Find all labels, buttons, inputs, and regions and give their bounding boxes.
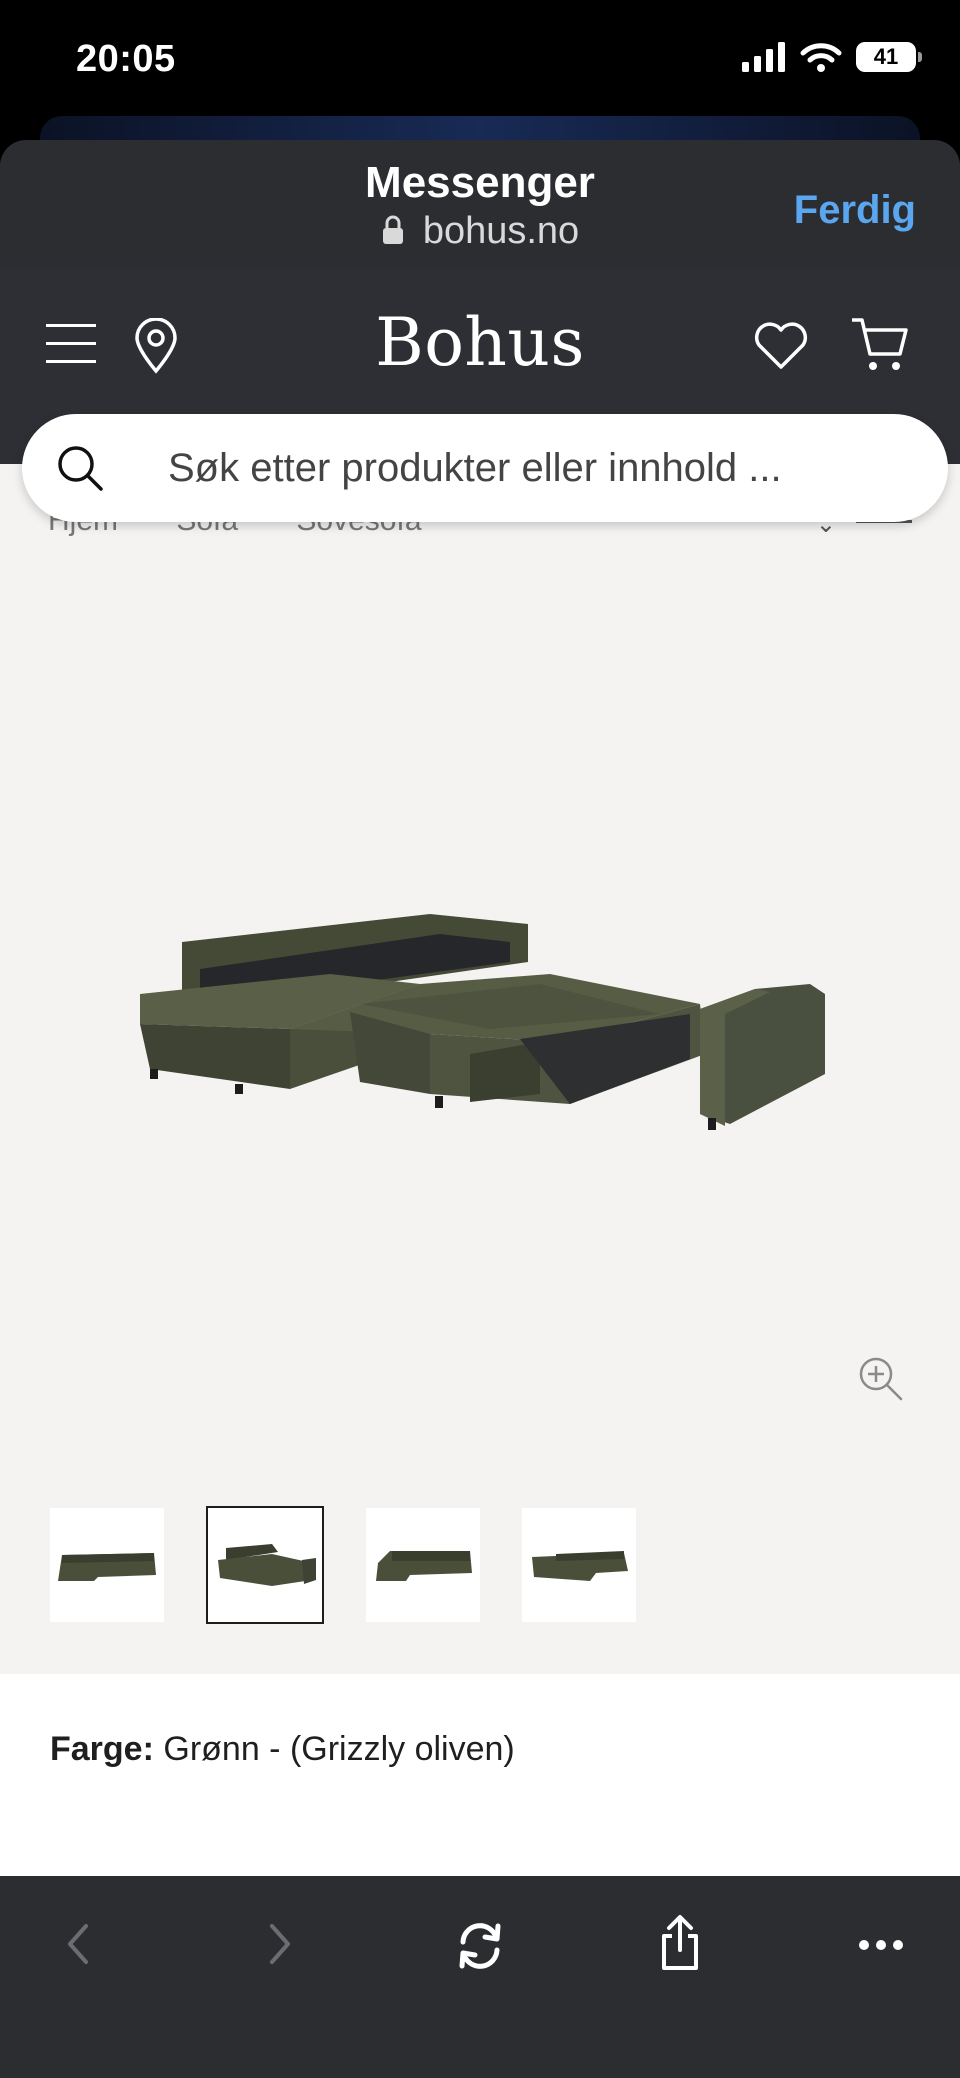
wifi-icon — [800, 43, 842, 72]
back-icon[interactable] — [64, 1920, 92, 1968]
color-info: Farge: Grønn - (Grizzly oliven) — [50, 1730, 515, 1769]
site-logo[interactable]: Bohus — [0, 304, 960, 381]
status-bar: 20:05 41 — [0, 0, 960, 120]
color-label: Farge: — [50, 1730, 154, 1768]
sofa-thumbnail-image — [218, 1544, 316, 1586]
cart-icon[interactable] — [850, 316, 910, 374]
share-icon[interactable] — [658, 1914, 702, 1972]
sofa-thumbnail-image — [58, 1553, 156, 1581]
search-icon — [58, 446, 103, 491]
color-selector: Farge: Grønn - (Grizzly oliven) — [0, 1674, 960, 1876]
sofa-thumbnail-image — [532, 1551, 628, 1581]
product-gallery: Hjem Sofa Sovesofa ⌄ — [0, 464, 960, 1674]
forward-icon[interactable] — [266, 1920, 294, 1968]
browser-sheet-header: Messenger bohus.no Ferdig — [0, 140, 960, 268]
url-text: bohus.no — [422, 210, 580, 252]
battery-icon: 41 — [856, 42, 922, 72]
search-input[interactable]: Søk etter produkter eller innhold ... — [168, 446, 782, 491]
browser-toolbar — [0, 1876, 960, 2078]
done-button[interactable]: Ferdig — [794, 188, 916, 233]
thumbnail-selected[interactable] — [206, 1506, 324, 1624]
status-icons: 41 — [742, 42, 922, 72]
thumbnail-strip — [50, 1506, 636, 1624]
thumbnail[interactable] — [366, 1508, 480, 1622]
product-image[interactable] — [130, 864, 830, 1204]
zoom-in-icon[interactable] — [858, 1356, 904, 1402]
lock-icon — [382, 215, 403, 244]
signal-icon — [742, 42, 785, 72]
more-icon[interactable] — [858, 1938, 904, 1952]
color-value: Grønn - (Grizzly oliven) — [163, 1730, 515, 1768]
thumbnail[interactable] — [50, 1508, 164, 1622]
reload-icon[interactable] — [454, 1920, 506, 1972]
status-time: 20:05 — [76, 38, 176, 80]
sofa-thumbnail-image — [376, 1551, 472, 1581]
heart-icon[interactable] — [754, 322, 808, 370]
thumbnail[interactable] — [522, 1508, 636, 1622]
search-bar[interactable]: Søk etter produkter eller innhold ... — [22, 414, 948, 522]
